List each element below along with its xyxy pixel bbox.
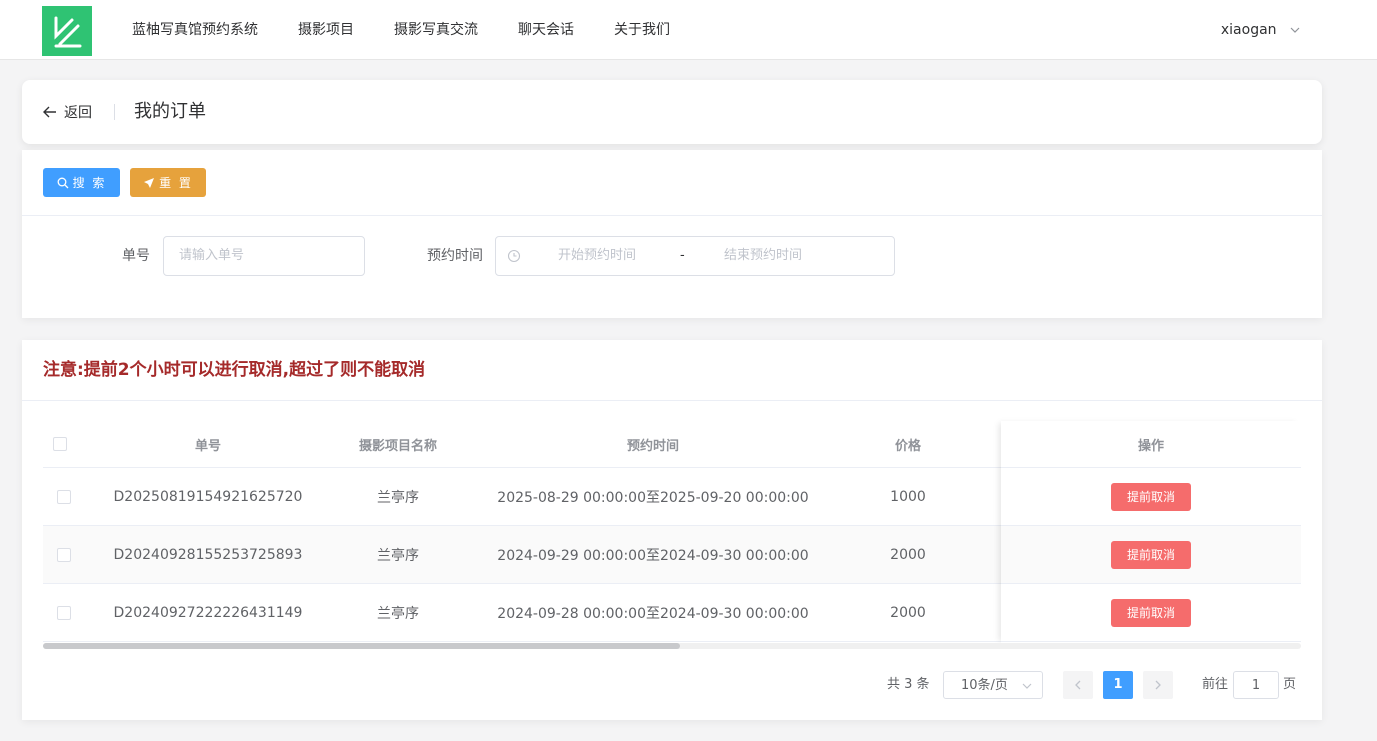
nav-item-projects[interactable]: 摄影项目 <box>298 0 354 60</box>
cancel-order-button[interactable]: 提前取消 <box>1111 598 1191 627</box>
price-cell: 2000 <box>890 604 926 621</box>
back-button[interactable]: 返回 <box>42 80 92 144</box>
search-divider <box>22 215 1322 216</box>
page-unit-label: 页 <box>1283 677 1297 692</box>
row-checkbox[interactable] <box>57 605 71 620</box>
page-number-current[interactable]: 1 <box>1103 671 1133 699</box>
prev-page-button[interactable] <box>1063 671 1093 699</box>
nav-item-exchange[interactable]: 摄影写真交流 <box>394 0 478 60</box>
scrollbar-thumb[interactable] <box>43 643 680 649</box>
user-menu[interactable]: xiaogan <box>1221 0 1301 60</box>
row-checkbox[interactable] <box>57 547 71 562</box>
booking-time-range-picker[interactable]: 开始预约时间 - 结束预约时间 <box>495 236 895 276</box>
goto-label: 前往 <box>1202 677 1229 692</box>
next-page-button[interactable] <box>1143 671 1173 699</box>
cancel-order-button[interactable]: 提前取消 <box>1111 482 1191 511</box>
order-no-cell: D20240927222226431149 <box>113 604 303 621</box>
table-row: D20240928155253725893 兰亭序 2024-09-29 00:… <box>43 526 1301 584</box>
column-header-order-no[interactable]: 单号 <box>103 421 313 467</box>
price-cell: 1000 <box>890 488 926 505</box>
row-checkbox[interactable] <box>57 489 71 504</box>
goto-page-input[interactable]: 1 <box>1233 671 1279 699</box>
top-navbar: 蓝柚写真馆预约系统 摄影项目 摄影写真交流 聊天会话 关于我们 xiaogan <box>0 0 1377 60</box>
time-cell: 2024-09-28 00:00:00至2024-09-30 00:00:00 <box>497 605 809 622</box>
arrow-left-icon <box>43 106 56 118</box>
time-cell: 2025-08-29 00:00:00至2025-09-20 00:00:00 <box>497 489 809 506</box>
column-header-price[interactable]: 价格 <box>823 421 993 467</box>
order-no-input[interactable]: 请输入单号 <box>163 236 365 276</box>
column-header-action: 操作 <box>1137 438 1164 454</box>
search-button[interactable]: 搜 索 <box>43 168 120 197</box>
column-header-time[interactable]: 预约时间 <box>483 421 823 467</box>
header-divider <box>114 104 115 120</box>
orders-panel: 注意:提前2个小时可以进行取消,超过了则不能取消 单号 摄影项目名称 预约时间 … <box>22 340 1322 720</box>
send-icon <box>144 177 155 188</box>
order-no-label: 单号 <box>122 248 150 264</box>
project-cell: 兰亭序 <box>377 489 419 506</box>
project-cell: 兰亭序 <box>377 605 419 622</box>
start-time-input[interactable]: 开始预约时间 <box>558 237 636 275</box>
reset-button[interactable]: 重 置 <box>130 168 206 197</box>
booking-time-label: 预约时间 <box>427 248 483 264</box>
table-row: D20250819154921625720 兰亭序 2025-08-29 00:… <box>43 468 1301 526</box>
cancel-order-button[interactable]: 提前取消 <box>1111 540 1191 569</box>
back-label: 返回 <box>64 105 92 121</box>
column-header-project[interactable]: 摄影项目名称 <box>313 421 483 467</box>
cancel-notice: 注意:提前2个小时可以进行取消,超过了则不能取消 <box>43 360 426 380</box>
notice-divider <box>22 400 1322 401</box>
username: xiaogan <box>1220 22 1277 38</box>
search-icon <box>57 177 69 188</box>
end-time-input[interactable]: 结束预约时间 <box>724 237 802 275</box>
table-row: D20240927222226431149 兰亭序 2024-09-28 00:… <box>43 584 1301 642</box>
price-cell: 2000 <box>890 546 926 563</box>
table-horizontal-scrollbar[interactable] <box>43 643 1301 649</box>
order-no-cell: D20250819154921625720 <box>113 488 303 505</box>
brand-logo-icon[interactable] <box>42 6 92 56</box>
page-header: 返回 我的订单 <box>22 80 1322 144</box>
nav-item-home[interactable]: 蓝柚写真馆预约系统 <box>132 0 258 60</box>
project-cell: 兰亭序 <box>377 547 419 564</box>
chevron-down-icon <box>1290 27 1300 33</box>
time-cell: 2024-09-29 00:00:00至2024-09-30 00:00:00 <box>497 547 809 564</box>
nav-item-chat[interactable]: 聊天会话 <box>518 0 574 60</box>
table-header-row: 单号 摄影项目名称 预约时间 价格 操作 <box>43 421 1301 468</box>
range-separator: - <box>680 248 685 263</box>
order-no-cell: D20240928155253725893 <box>113 546 303 563</box>
reset-button-label: 重 置 <box>159 176 193 190</box>
nav-item-about[interactable]: 关于我们 <box>614 0 670 60</box>
chevron-down-icon <box>1022 683 1032 689</box>
page-size-select[interactable]: 10条/页 <box>943 671 1043 699</box>
chevron-left-icon <box>1075 680 1081 690</box>
clock-icon <box>507 249 521 263</box>
select-all-checkbox[interactable] <box>53 437 67 451</box>
pagination-total: 共 3 条 <box>887 677 930 692</box>
search-panel: 搜 索 重 置 单号 请输入单号 预约时间 开始预约时间 - 结束预约时间 <box>22 150 1322 318</box>
chevron-right-icon <box>1155 680 1161 690</box>
page-title: 我的订单 <box>134 101 206 122</box>
page-size-value: 10条/页 <box>961 678 1008 693</box>
search-button-label: 搜 索 <box>72 176 107 190</box>
